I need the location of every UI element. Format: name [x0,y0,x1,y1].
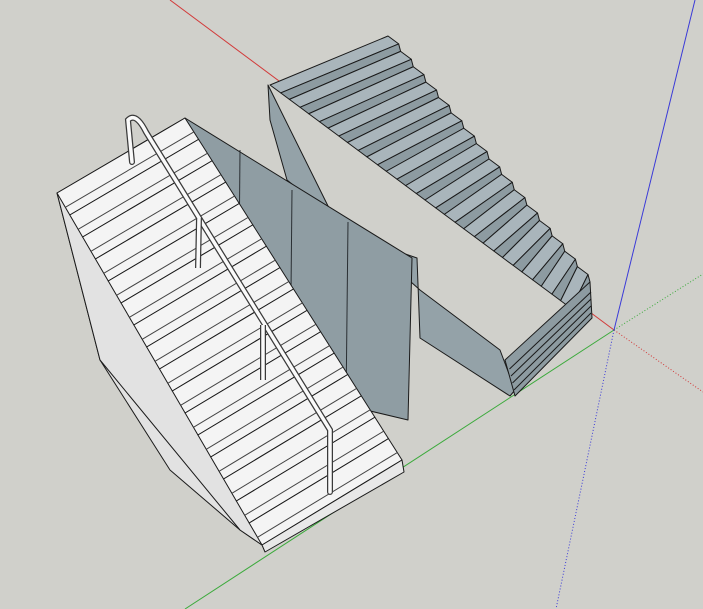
handrail-post [196,217,201,269]
3d-viewport[interactable] [0,0,703,609]
model-canvas[interactable] [0,0,703,609]
